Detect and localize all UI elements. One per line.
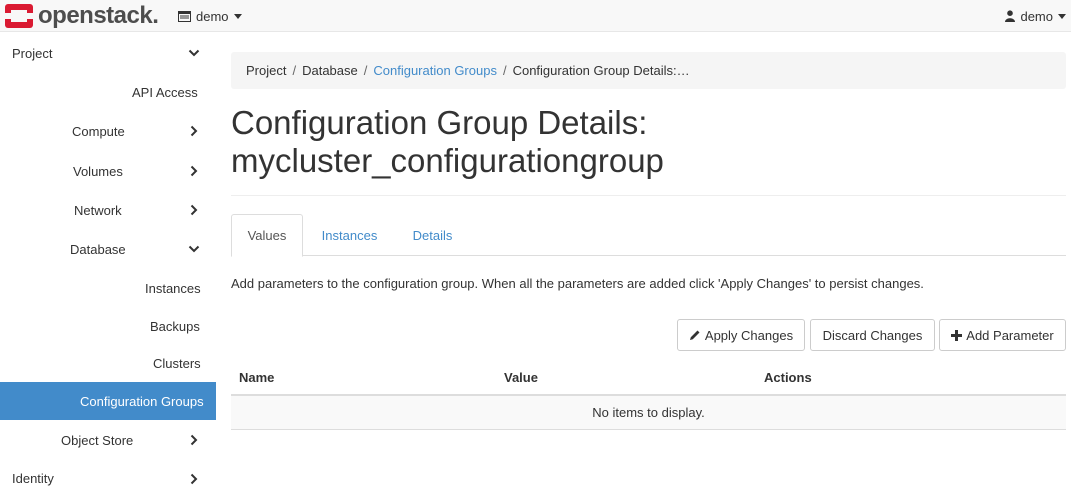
- breadcrumb-link-configuration-groups[interactable]: Configuration Groups: [373, 63, 497, 78]
- breadcrumb: Project / Database / Configuration Group…: [231, 52, 1066, 89]
- sidebar-item-label: Instances: [145, 280, 201, 296]
- breadcrumb-separator: /: [363, 63, 368, 78]
- sidebar-item-label: Compute: [72, 123, 125, 139]
- apply-changes-label: Apply Changes: [704, 327, 794, 343]
- tab-label: Values: [247, 228, 287, 243]
- plus-icon: [951, 329, 963, 341]
- sidebar-item-network[interactable]: Network: [0, 191, 216, 229]
- discard-changes-label: Discard Changes: [822, 327, 923, 343]
- empty-message: No items to display.: [592, 405, 705, 420]
- brand-logo-link[interactable]: openstack.: [4, 2, 159, 30]
- top-navbar: openstack. demo demo: [0, 0, 1071, 32]
- breadcrumb-item-current: Configuration Group Details:…: [512, 63, 690, 78]
- sidebar-item-label: API Access: [132, 84, 198, 100]
- project-dropdown-label: demo: [196, 8, 229, 24]
- breadcrumb-item-database: Database: [302, 63, 358, 78]
- page-title-line2: mycluster_configurationgroup: [231, 142, 664, 179]
- help-text: Add parameters to the configuration grou…: [231, 276, 924, 291]
- breadcrumb-item-project: Project: [246, 63, 287, 78]
- sidebar-item-configuration-groups[interactable]: Configuration Groups: [0, 382, 216, 420]
- chevron-down-icon: [188, 245, 200, 253]
- sidebar-item-instances[interactable]: Instances: [0, 269, 216, 307]
- caret-down-icon: [1058, 13, 1066, 19]
- sidebar-item-identity[interactable]: Identity: [0, 460, 216, 497]
- column-header-actions: Actions: [764, 370, 812, 385]
- tab-bar: Values Instances Details: [231, 214, 1066, 257]
- sidebar-nav: Project API Access Compute Volumes Netwo…: [0, 33, 216, 497]
- table-header: Name Value Actions: [231, 360, 1066, 396]
- sidebar-item-label: Identity: [12, 471, 54, 486]
- page-title-line1: Configuration Group Details:: [231, 104, 648, 141]
- chevron-right-icon: [190, 204, 198, 216]
- page-title: Configuration Group Details: mycluster_c…: [231, 104, 1066, 180]
- project-dropdown[interactable]: demo: [178, 0, 242, 32]
- brand-name: openstack.: [38, 2, 159, 29]
- sidebar-item-label: Volumes: [73, 163, 123, 179]
- sidebar-item-project[interactable]: Project: [0, 33, 216, 73]
- sidebar-item-label: Database: [70, 241, 126, 257]
- user-dropdown-label: demo: [1020, 8, 1053, 24]
- tab-values[interactable]: Values: [231, 214, 303, 257]
- chevron-down-icon: [188, 49, 200, 57]
- sidebar-item-volumes[interactable]: Volumes: [0, 151, 216, 191]
- openstack-logo-icon: [5, 4, 33, 28]
- add-parameter-button[interactable]: Add Parameter: [939, 319, 1066, 351]
- sidebar-item-database[interactable]: Database: [0, 229, 216, 269]
- discard-changes-button[interactable]: Discard Changes: [810, 319, 935, 351]
- sidebar-item-backups[interactable]: Backups: [0, 307, 216, 345]
- tab-details[interactable]: Details: [396, 214, 469, 256]
- sidebar-item-compute[interactable]: Compute: [0, 111, 216, 151]
- tab-label: Details: [412, 227, 453, 243]
- sidebar-item-label: Backups: [150, 318, 200, 334]
- sidebar-item-label: Configuration Groups: [80, 393, 204, 409]
- user-dropdown[interactable]: demo: [1005, 0, 1066, 32]
- sidebar-item-label: Clusters: [153, 356, 201, 371]
- table-empty-row: No items to display.: [231, 396, 1066, 430]
- tab-instances[interactable]: Instances: [307, 214, 392, 256]
- tab-label: Instances: [321, 227, 378, 243]
- apply-changes-button[interactable]: Apply Changes: [677, 319, 805, 351]
- sidebar-item-label: Network: [74, 202, 122, 218]
- add-parameter-label: Add Parameter: [966, 327, 1054, 343]
- chevron-right-icon: [190, 125, 198, 137]
- breadcrumb-separator: /: [502, 63, 507, 78]
- pencil-icon: [689, 330, 700, 340]
- sidebar-item-api-access[interactable]: API Access: [0, 73, 216, 111]
- column-header-name: Name: [239, 370, 275, 385]
- sidebar-item-object-store[interactable]: Object Store: [0, 420, 216, 460]
- sidebar-item-clusters[interactable]: Clusters: [0, 345, 216, 382]
- user-icon: [1005, 10, 1016, 22]
- caret-down-icon: [233, 13, 242, 19]
- chevron-right-icon: [190, 434, 198, 446]
- sidebar-item-label: Project: [12, 45, 53, 61]
- column-header-value: Value: [504, 370, 538, 385]
- parameters-table: Name Value Actions No items to display.: [231, 360, 1066, 430]
- project-icon: [178, 10, 191, 22]
- chevron-right-icon: [190, 473, 198, 485]
- chevron-right-icon: [190, 165, 198, 177]
- breadcrumb-separator: /: [292, 63, 297, 78]
- title-divider: [231, 195, 1066, 196]
- sidebar-item-label: Object Store: [61, 432, 134, 448]
